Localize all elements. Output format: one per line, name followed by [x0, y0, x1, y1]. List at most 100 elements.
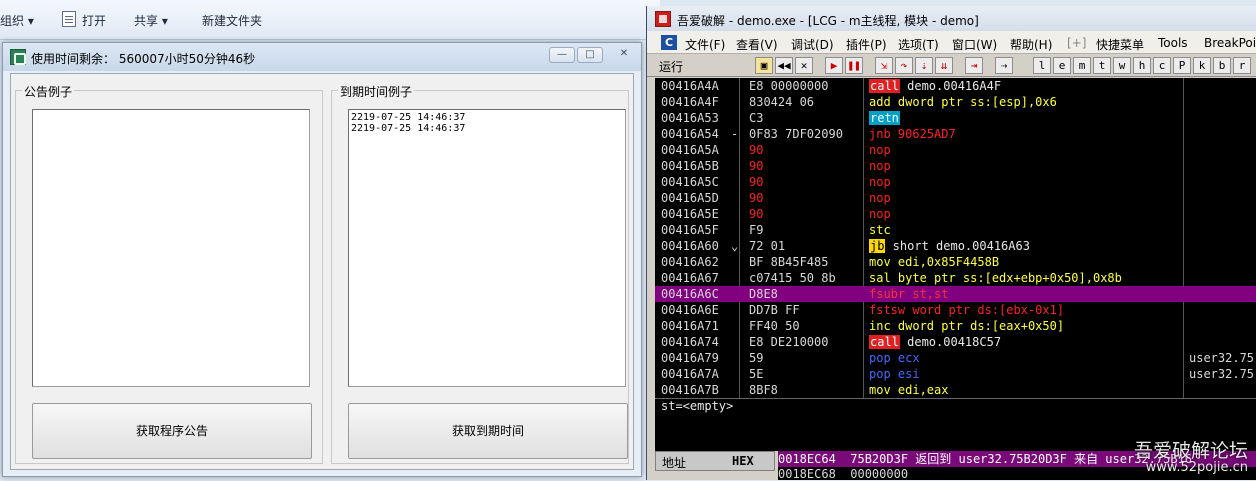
forum-watermark-url: www.52pojie.cn	[1145, 460, 1248, 475]
menu-breakpoints[interactable]: BreakPoi	[1204, 36, 1256, 50]
disasm-instruction: fsubr st,st	[869, 287, 949, 301]
disasm-row[interactable]: 00416A5F F9 stc	[655, 222, 1256, 238]
cpu-icon[interactable]: C	[661, 35, 677, 50]
toolbar-letter-P[interactable]: P	[1173, 57, 1191, 74]
disassembly-pane[interactable]: 00416A4A E8 00000000 call demo.00416A4F 004…	[655, 78, 1256, 398]
disasm-instruction: pop ecx	[869, 351, 920, 365]
dump-address-header[interactable]: 地址	[662, 454, 686, 471]
disasm-row[interactable]: 00416A79 59 pop ecx user32.75	[655, 350, 1256, 366]
disasm-address: 00416A71	[661, 319, 719, 333]
disasm-row[interactable]: 00416A71 FF40 50 inc dword ptr ds:[eax+0x5…	[655, 318, 1256, 334]
announcement-group-label: 公告例子	[22, 83, 75, 100]
run-icon[interactable]: ▶	[825, 57, 843, 74]
dump-header: 地址 HEX	[655, 451, 775, 471]
disasm-row[interactable]: 00416A5B 90 nop	[655, 158, 1256, 174]
menu-file[interactable]: 文件(F)	[685, 36, 725, 53]
toolbar-letter-b[interactable]: b	[1213, 57, 1231, 74]
share-menu[interactable]: 共享 ▾	[134, 12, 168, 29]
disasm-row[interactable]: 00416A6E DD7B FF fstsw word ptr ds:[ebx-0x…	[655, 302, 1256, 318]
pause-icon[interactable]: ❚❚	[845, 57, 863, 74]
disasm-address: 00416A53	[661, 111, 719, 125]
disasm-address: 00416A54	[661, 127, 719, 141]
disasm-row[interactable]: 00416A4A E8 00000000 call demo.00416A4F	[655, 78, 1256, 94]
maximize-button[interactable]: □	[577, 47, 603, 63]
toolbar-letter-c[interactable]: c	[1153, 57, 1171, 74]
step-over-icon[interactable]: ↷	[895, 57, 913, 74]
disasm-address: 00416A4A	[661, 79, 719, 93]
disasm-row[interactable]: 00416A5E 90 nop	[655, 206, 1256, 222]
menu-plus[interactable]: [+]	[1067, 36, 1086, 50]
close-icon[interactable]: ✕	[795, 57, 813, 74]
disasm-address: 00416A5A	[661, 143, 719, 157]
announcement-textbox[interactable]	[32, 109, 310, 387]
minimize-button[interactable]: —	[549, 47, 575, 63]
toolbar-letter-h[interactable]: h	[1133, 57, 1151, 74]
toolbar-letter-e[interactable]: e	[1053, 57, 1071, 74]
disasm-address: 00416A6C	[661, 287, 719, 301]
disasm-row[interactable]: 00416A6C D8E8 fsubr st,st	[655, 286, 1256, 302]
dump-hex-header[interactable]: HEX	[732, 454, 754, 468]
disasm-row[interactable]: 00416A7A 5E pop esi user32.75	[655, 366, 1256, 382]
menu-debug[interactable]: 调试(D)	[791, 36, 834, 53]
expiry-textbox[interactable]: 2219-07-25 14:46:37 2219-07-25 14:46:37	[348, 109, 626, 387]
app-title: 使用时间剩余： 560007小时50分钟46秒	[31, 52, 256, 66]
debugger-title: 吾爱破解 - demo.exe - [LCG - m主线程, 模块 - demo…	[677, 14, 979, 28]
trace-over-icon[interactable]: ⇊	[935, 57, 953, 74]
new-folder-button[interactable]: 新建文件夹	[202, 12, 262, 29]
get-expiry-button[interactable]: 获取到期时间	[348, 403, 628, 459]
disasm-address: 00416A6E	[661, 303, 719, 317]
toolbar-letter-r[interactable]: r	[1233, 57, 1251, 74]
expiry-line: 2219-07-25 14:46:37	[351, 112, 466, 123]
disasm-row[interactable]: 00416A74 E8 DE210000 call demo.00418C57	[655, 334, 1256, 350]
disasm-hex: 90	[749, 143, 764, 157]
disasm-address: 00416A5F	[661, 223, 719, 237]
menu-plugins[interactable]: 插件(P)	[846, 36, 887, 53]
disasm-row[interactable]: 00416A60 ⌄ 72 01 jb short demo.00416A63	[655, 238, 1256, 254]
explorer-toolbar: 组织 ▾ 打开 共享 ▾ 新建文件夹	[0, 0, 660, 40]
goto-icon[interactable]: ⇢	[995, 57, 1013, 74]
disasm-hex: 90	[749, 159, 764, 173]
disasm-row[interactable]: 00416A7B 8BF8 mov edi,eax	[655, 382, 1256, 398]
toolbar-letter-t[interactable]: t	[1093, 57, 1111, 74]
rewind-icon[interactable]: ◀◀	[775, 57, 793, 74]
menu-tools[interactable]: Tools	[1158, 36, 1188, 50]
toolbar-letter-l[interactable]: l	[1033, 57, 1051, 74]
toolbar-letter-k[interactable]: k	[1193, 57, 1211, 74]
disasm-hex: 90	[749, 207, 764, 221]
disasm-row[interactable]: 00416A53 C3 retn	[655, 110, 1256, 126]
close-button[interactable]: ✕	[611, 47, 637, 63]
disasm-row[interactable]: 00416A4F 830424 06 add dword ptr ss:[esp],…	[655, 94, 1256, 110]
trace-into-icon[interactable]: ⇣	[915, 57, 933, 74]
menu-options[interactable]: 选项(T)	[898, 36, 939, 53]
disasm-row[interactable]: 00416A5A 90 nop	[655, 142, 1256, 158]
open-button[interactable]: 打开	[82, 12, 106, 29]
menu-help[interactable]: 帮助(H)	[1010, 36, 1052, 53]
disasm-row[interactable]: 00416A5C 90 nop	[655, 174, 1256, 190]
debugger-titlebar: 吾爱破解 - demo.exe - [LCG - m主线程, 模块 - demo…	[647, 6, 1256, 31]
disasm-instruction: jb short demo.00416A63	[869, 239, 1030, 253]
exec-till-return-icon[interactable]: ⇥	[965, 57, 983, 74]
organize-menu[interactable]: 组织 ▾	[0, 12, 34, 29]
disasm-hex: 8BF8	[749, 383, 778, 397]
run-status: 运行	[659, 60, 684, 74]
menu-quick[interactable]: 快捷菜单	[1096, 36, 1144, 53]
toolbar-letter-w[interactable]: w	[1113, 57, 1131, 74]
disasm-hex: E8 DE210000	[749, 335, 829, 349]
menu-window[interactable]: 窗口(W)	[952, 36, 997, 53]
disasm-row[interactable]: 00416A54-0F83 7DF02090 jnb 90625AD7	[655, 126, 1256, 142]
disasm-hex: E8 00000000	[749, 79, 829, 93]
disasm-row[interactable]: 00416A5D 90 nop	[655, 190, 1256, 206]
menu-view[interactable]: 查看(V)	[736, 36, 778, 53]
toolbar-letter-m[interactable]: m	[1073, 57, 1091, 74]
step-into-icon[interactable]: ⇲	[875, 57, 893, 74]
disasm-row[interactable]: 00416A62 BF 8B45F485 mov edi,0x85F4458B	[655, 254, 1256, 270]
expiry-group-label: 到期时间例子	[338, 83, 415, 100]
disasm-row[interactable]: 00416A67 c07415 50 8b sal byte ptr ss:[edx…	[655, 270, 1256, 286]
disasm-address: 00416A60	[661, 239, 719, 253]
disasm-instruction: fstsw word ptr ds:[ebx-0x1]	[869, 303, 1065, 317]
disasm-hex: c07415 50 8b	[749, 271, 836, 285]
get-announcement-button[interactable]: 获取程序公告	[32, 403, 312, 459]
disasm-hex: F9	[749, 223, 764, 237]
open-icon[interactable]: ▣	[755, 57, 773, 74]
disasm-instruction: nop	[869, 191, 891, 205]
